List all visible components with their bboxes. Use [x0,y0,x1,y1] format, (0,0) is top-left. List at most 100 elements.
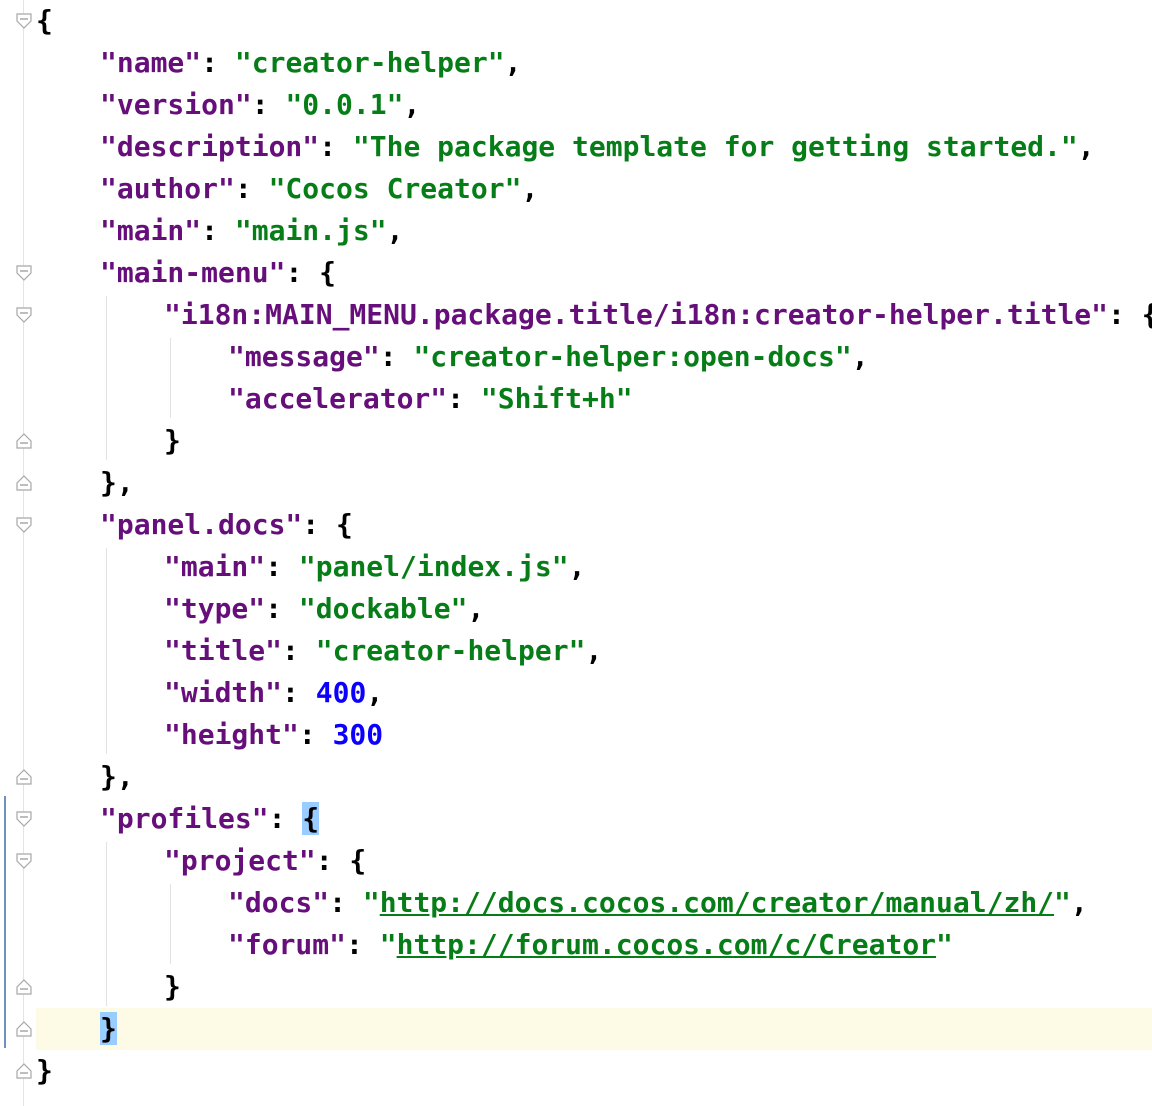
json-punctuation: : [329,886,363,919]
json-key: "main" [164,550,266,583]
json-key: "panel.docs" [100,508,303,541]
json-punctuation: : [265,592,299,625]
code-content[interactable]: {"name": "creator-helper", "version": "0.… [0,0,1152,1106]
code-line[interactable]: "panel.docs": { [100,504,353,546]
json-punctuation: : { [1108,298,1152,331]
json-punctuation: : [201,214,235,247]
json-punctuation: , [585,634,603,667]
code-line[interactable]: }, [100,462,134,504]
json-punctuation: : [201,46,235,79]
json-key: "author" [100,172,235,205]
json-key: "version" [100,88,252,121]
json-punctuation: , [504,46,522,79]
json-punctuation: : [319,130,353,163]
code-line[interactable]: "project": { [164,840,366,882]
json-punctuation: : { [302,508,353,541]
json-string: "Shift+h" [480,382,633,415]
json-number: 400 [315,676,367,709]
json-number: 300 [332,718,384,751]
code-line[interactable]: } [100,1008,117,1050]
json-key: "forum" [228,928,347,961]
url-link[interactable]: http://docs.cocos.com/creator/manual/zh/ [380,886,1054,919]
code-line[interactable]: "width": 400, [164,672,383,714]
json-string: "0.0.1" [285,88,404,121]
json-punctuation: } [100,1012,117,1045]
json-punctuation: { [302,802,320,835]
json-key: "accelerator" [228,382,448,415]
code-line[interactable]: "i18n:MAIN_MENU.package.title/i18n:creat… [164,294,1152,336]
json-punctuation: : [282,676,316,709]
json-string: "creator-helper" [315,634,586,667]
code-line[interactable]: "profiles": { [100,798,320,840]
json-punctuation: : [282,634,316,667]
json-punctuation: , [851,340,869,373]
code-line[interactable]: "message": "creator-helper:open-docs", [228,336,869,378]
code-line[interactable]: "main-menu": { [100,252,336,294]
json-punctuation: , [467,592,485,625]
code-line[interactable]: "description": "The package template for… [100,126,1095,168]
json-punctuation: : [379,340,414,373]
json-key: "width" [164,676,283,709]
json-key: "title" [164,634,283,667]
json-key: "profiles" [100,802,269,835]
code-line[interactable]: "forum": "http://forum.cocos.com/c/Creat… [228,924,953,966]
json-string: "panel/index.js" [298,550,569,583]
json-punctuation: : [234,172,269,205]
json-key: "docs" [228,886,330,919]
json-string: "main.js" [234,214,387,247]
json-punctuation: } [164,424,181,457]
json-punctuation: { [36,4,53,37]
json-string: "Cocos Creator" [268,172,522,205]
json-key: "description" [100,130,320,163]
code-line[interactable]: "accelerator": "Shift+h" [228,378,633,420]
code-line[interactable]: "main": "main.js", [100,210,403,252]
json-punctuation: }, [100,466,134,499]
code-line[interactable]: "title": "creator-helper", [164,630,602,672]
code-line[interactable]: "height": 300 [164,714,383,756]
json-string: "dockable" [298,592,468,625]
json-punctuation: : [268,802,303,835]
code-line[interactable]: "type": "dockable", [164,588,484,630]
json-punctuation: : [265,550,299,583]
json-punctuation: : { [285,256,337,289]
code-line[interactable]: } [164,966,181,1008]
json-punctuation: }, [100,760,134,793]
json-key: "main-menu" [100,256,286,289]
code-line[interactable]: "main": "panel/index.js", [164,546,585,588]
json-punctuation: : [251,88,286,121]
json-string: "creator-helper:open-docs" [413,340,852,373]
json-string: " [362,886,380,919]
json-string: " [379,928,397,961]
json-punctuation: } [36,1054,53,1087]
json-punctuation: : [447,382,481,415]
json-key: "height" [164,718,299,751]
json-key: "type" [164,592,266,625]
json-punctuation: , [1070,886,1088,919]
code-line[interactable]: "version": "0.0.1", [100,84,420,126]
code-editor[interactable]: {"name": "creator-helper", "version": "0.… [0,0,1152,1106]
json-string: "creator-helper" [234,46,505,79]
code-line[interactable]: } [36,1050,53,1092]
url-link[interactable]: http://forum.cocos.com/c/Creator [397,928,936,961]
code-line[interactable]: { [36,0,53,42]
json-string: " [936,928,953,961]
json-punctuation: : [346,928,380,961]
json-key: "i18n:MAIN_MENU.package.title/i18n:creat… [164,298,1109,331]
code-line[interactable]: "name": "creator-helper", [100,42,521,84]
json-key: "project" [164,844,316,877]
json-punctuation: , [1077,130,1095,163]
json-string: "The package template for getting starte… [352,130,1078,163]
json-key: "name" [100,46,202,79]
json-punctuation: } [164,970,181,1003]
json-punctuation: : { [315,844,367,877]
code-line[interactable]: "docs": "http://docs.cocos.com/creator/m… [228,882,1088,924]
code-line[interactable]: "author": "Cocos Creator", [100,168,538,210]
json-key: "message" [228,340,380,373]
json-punctuation: : [298,718,333,751]
code-line[interactable]: } [164,420,181,462]
json-punctuation: , [366,676,384,709]
json-string: " [1054,886,1071,919]
code-line[interactable]: }, [100,756,134,798]
json-punctuation: , [386,214,404,247]
json-punctuation: , [521,172,539,205]
